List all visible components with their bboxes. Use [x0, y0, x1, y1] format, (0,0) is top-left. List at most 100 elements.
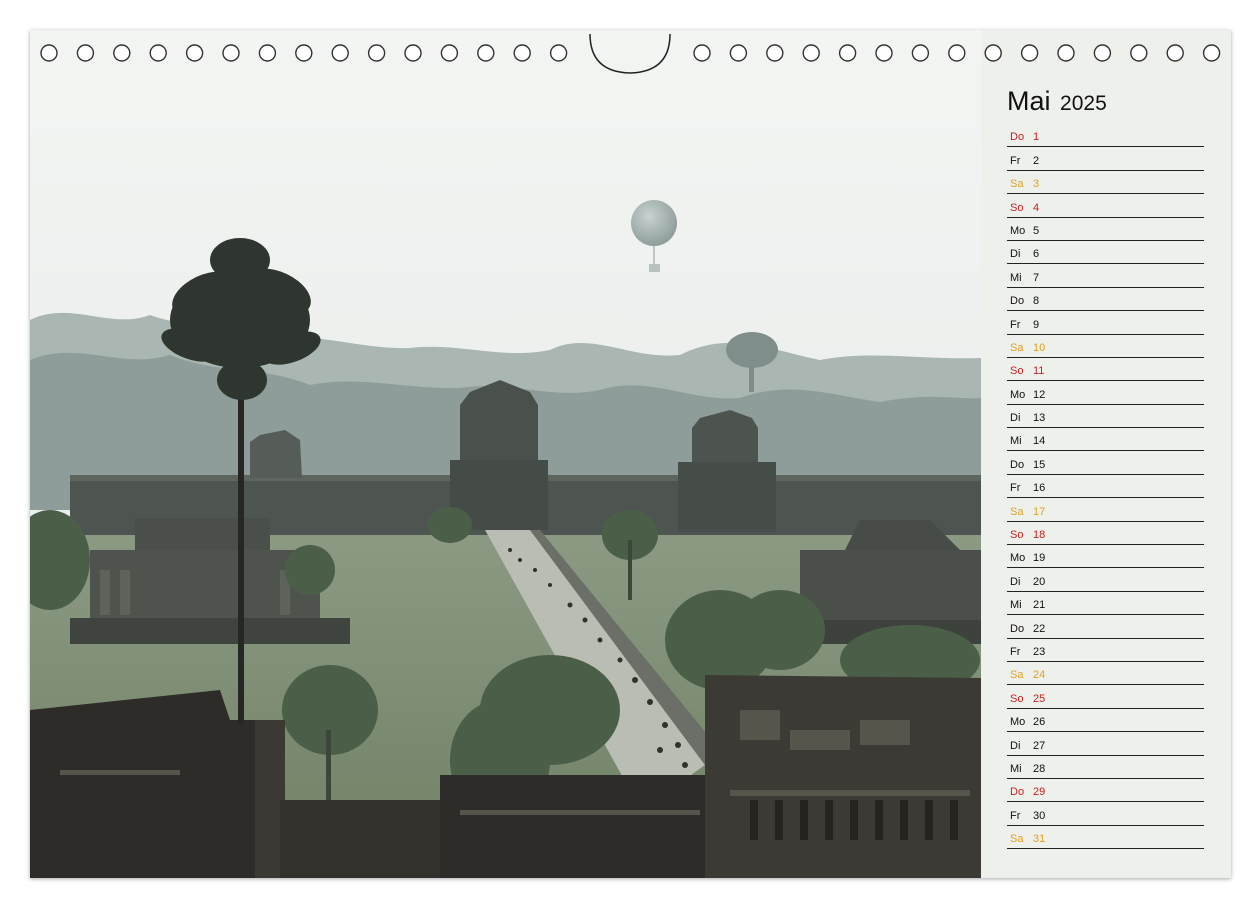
day-number: 27 [1033, 739, 1046, 752]
day-row: Di 27 [1007, 732, 1204, 756]
day-number: 30 [1033, 809, 1046, 822]
month-name: Mai [1007, 86, 1051, 116]
day-row: So 25 [1007, 685, 1204, 709]
weekday-label: Di [1010, 248, 1021, 261]
day-row: Do 1 [1007, 124, 1204, 148]
day-row: Fr 9 [1007, 311, 1204, 335]
day-row: Fr 16 [1007, 475, 1204, 499]
day-row: So 11 [1007, 358, 1204, 382]
day-number: 25 [1033, 692, 1046, 705]
weekday-label: Fr [1010, 482, 1021, 495]
day-number: 29 [1033, 786, 1046, 799]
weekday-label: Mi [1010, 435, 1022, 448]
weekday-label: So [1010, 365, 1024, 378]
weekday-label: Mi [1010, 599, 1022, 612]
day-row: Fr 30 [1007, 802, 1204, 826]
weekday-label: Di [1010, 575, 1021, 588]
weekday-label: Mo [1010, 716, 1026, 729]
day-row: Di 6 [1007, 241, 1204, 265]
weekday-label: Sa [1010, 505, 1024, 518]
day-row: Sa 3 [1007, 171, 1204, 195]
weekday-label: Di [1010, 412, 1021, 425]
day-number: 2 [1033, 154, 1040, 167]
weekday-label: Di [1010, 739, 1021, 752]
day-row: Sa 31 [1007, 826, 1204, 850]
day-row: Sa 10 [1007, 335, 1204, 358]
day-number: 4 [1033, 201, 1040, 214]
day-row: Mo 12 [1007, 381, 1204, 405]
day-number: 14 [1033, 435, 1046, 448]
day-row: Mo 26 [1007, 709, 1204, 733]
day-number: 5 [1033, 224, 1040, 237]
calendar-sidebar: Mai 2025 Do 1 Fr 2 Sa 3 So 4 Mo 5 Di 6 Mi 7 Do 8 Fr 9 Sa 10… [981, 30, 1231, 878]
day-number: 15 [1033, 458, 1046, 471]
day-row: Sa 24 [1007, 662, 1204, 686]
day-number: 19 [1033, 552, 1046, 565]
weekday-label: Fr [1010, 645, 1021, 658]
year-label: 2025 [1060, 92, 1107, 115]
weekday-label: Sa [1010, 341, 1024, 354]
day-number: 16 [1033, 482, 1046, 495]
weekday-label: So [1010, 201, 1024, 214]
day-number: 7 [1033, 271, 1040, 284]
weekday-label: So [1010, 529, 1024, 542]
weekday-label: Fr [1010, 154, 1021, 167]
day-number: 21 [1033, 599, 1046, 612]
weekday-label: Do [1010, 786, 1025, 799]
day-number: 26 [1033, 716, 1046, 729]
day-row: Mi 28 [1007, 756, 1204, 779]
day-row: Di 13 [1007, 405, 1204, 429]
day-number: 17 [1033, 505, 1046, 518]
day-row: Mi 7 [1007, 264, 1204, 288]
day-row: Sa 17 [1007, 498, 1204, 522]
day-number: 22 [1033, 622, 1046, 635]
day-number: 10 [1033, 341, 1046, 354]
weekday-label: Mi [1010, 762, 1022, 775]
day-number: 31 [1033, 833, 1046, 846]
day-row: So 18 [1007, 522, 1204, 546]
weekday-label: Do [1010, 458, 1025, 471]
day-number: 12 [1033, 388, 1046, 401]
day-number: 6 [1033, 248, 1040, 261]
day-number: 23 [1033, 645, 1046, 658]
weekday-label: Fr [1010, 318, 1021, 331]
weekday-label: Mo [1010, 224, 1026, 237]
day-row: Di 20 [1007, 568, 1204, 592]
day-row: Mo 5 [1007, 218, 1204, 241]
day-number: 24 [1033, 669, 1046, 682]
weekday-label: Mo [1010, 552, 1026, 565]
temple-landscape-photo [30, 30, 981, 878]
day-row: So 4 [1007, 194, 1204, 218]
day-list: Do 1 Fr 2 Sa 3 So 4 Mo 5 Di 6 Mi 7 Do 8 Fr 9 Sa 10 So 11 Mo 12 D… [1007, 124, 1204, 850]
day-number: 1 [1033, 131, 1040, 144]
day-number: 20 [1033, 575, 1046, 588]
weekday-label: Sa [1010, 833, 1024, 846]
day-number: 3 [1033, 178, 1040, 191]
day-number: 18 [1033, 529, 1046, 542]
calendar-page: Mai 2025 Do 1 Fr 2 Sa 3 So 4 Mo 5 Di 6 Mi 7 Do 8 Fr 9 Sa 10… [30, 30, 1231, 878]
day-row: Do 8 [1007, 288, 1204, 312]
day-row: Fr 23 [1007, 639, 1204, 662]
weekday-label: Do [1010, 295, 1025, 308]
month-title: Mai 2025 [1007, 86, 1107, 117]
day-row: Do 29 [1007, 779, 1204, 803]
day-row: Do 15 [1007, 451, 1204, 475]
day-number: 9 [1033, 318, 1040, 331]
weekday-label: Do [1010, 131, 1025, 144]
day-row: Mo 19 [1007, 545, 1204, 569]
day-row: Mi 21 [1007, 592, 1204, 616]
weekday-label: Mi [1010, 271, 1022, 284]
day-row: Fr 2 [1007, 147, 1204, 171]
weekday-label: Do [1010, 622, 1025, 635]
day-number: 13 [1033, 412, 1046, 425]
day-row: Do 22 [1007, 615, 1204, 639]
day-number: 28 [1033, 762, 1046, 775]
weekday-label: Sa [1010, 669, 1024, 682]
day-number: 11 [1033, 365, 1045, 378]
day-row: Mi 14 [1007, 428, 1204, 452]
day-number: 8 [1033, 295, 1040, 308]
weekday-label: Mo [1010, 388, 1026, 401]
weekday-label: Fr [1010, 809, 1021, 822]
weekday-label: So [1010, 692, 1024, 705]
weekday-label: Sa [1010, 178, 1024, 191]
